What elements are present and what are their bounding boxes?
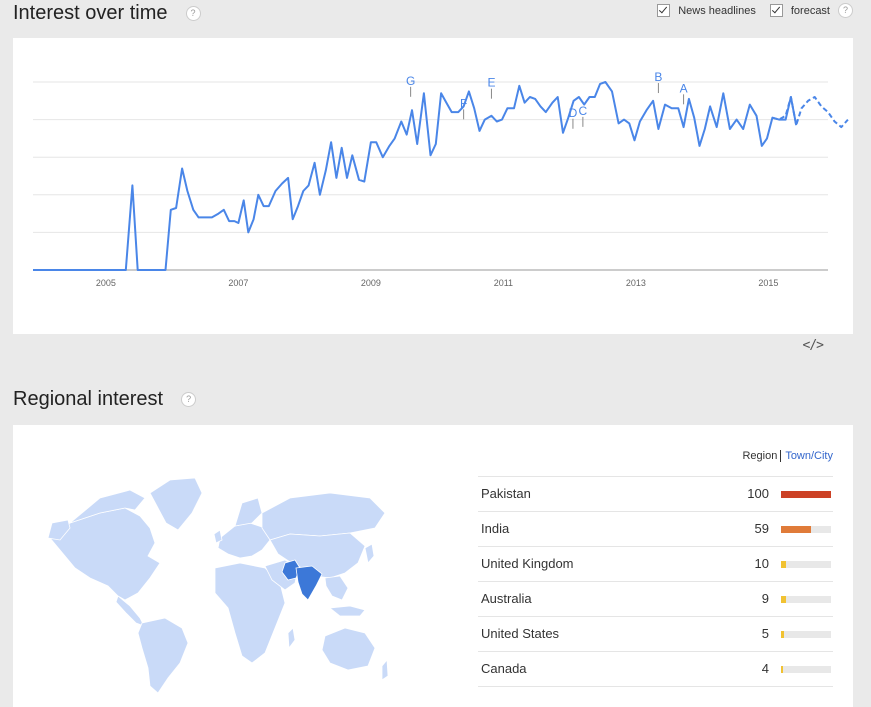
region-name[interactable]: India [481,521,509,536]
map-indonesia[interactable] [328,605,366,617]
region-value: 10 [754,556,769,571]
help-icon[interactable]: ? [181,392,197,407]
map-india[interactable] [295,565,323,601]
region-row[interactable]: Canada 4 [478,652,833,687]
region-row[interactable]: United Kingdom 10 [478,547,833,582]
map-australia[interactable] [321,627,376,671]
regional-title: Regional interest ? [13,388,197,411]
news-headlines-checkbox[interactable] [657,4,671,17]
news-annotation-marker[interactable]: E [487,76,495,90]
forecast-checkbox[interactable] [769,4,783,17]
tab-region[interactable]: Region [742,450,782,462]
region-tabs: Region Town/City [742,450,833,462]
x-tick-label: 2015 [758,278,778,288]
region-value: 9 [761,591,769,606]
regional-title-text: Regional interest [13,388,164,410]
region-bar-track [781,526,831,533]
interest-chart-panel: 2005 2007 2009 2011 2013 2015 G F E D C B A </> [13,38,853,353]
region-bar-track [781,491,831,498]
region-row[interactable]: Pakistan 100 [478,476,833,512]
region-value: 100 [747,486,769,501]
interest-series-line[interactable] [33,81,798,271]
map-southeast-asia[interactable] [324,575,349,601]
map-new-zealand[interactable] [381,658,389,681]
region-name[interactable]: United States [481,626,559,641]
region-bar [781,666,783,673]
interest-title: Interest over time ? [13,2,201,25]
help-icon[interactable]: ? [185,6,201,21]
news-annotation-marker[interactable]: D [569,106,578,120]
region-bar [781,596,786,603]
region-value: 5 [761,626,769,641]
chart-options: News headlines forecast ? [643,3,853,18]
map-greenland[interactable] [149,477,203,531]
region-bar [781,491,831,498]
x-tick-label: 2007 [228,278,248,288]
region-bar [781,631,784,638]
tab-town-city[interactable]: Town/City [781,450,833,462]
news-annotation-marker[interactable]: F [460,96,467,110]
map-south-america[interactable] [137,617,189,694]
x-tick-label: 2009 [361,278,381,288]
region-name[interactable]: United Kingdom [481,556,574,571]
region-row[interactable]: Australia 9 [478,582,833,617]
region-value: 59 [754,521,769,536]
region-name[interactable]: Canada [481,661,527,676]
news-annotation-marker[interactable]: A [680,81,688,95]
interest-title-text: Interest over time [13,2,168,24]
forecast-option[interactable]: forecast ? [769,3,853,18]
region-bar-track [781,666,831,673]
region-bar [781,526,811,533]
map-japan[interactable] [364,543,375,564]
map-russia[interactable] [261,492,386,541]
forecast-help-icon[interactable]: ? [838,3,853,18]
region-bar-track [781,631,831,638]
news-annotation-marker[interactable]: C [579,104,588,118]
world-map[interactable] [30,468,390,698]
news-headlines-label: News headlines [678,4,756,17]
embed-code-icon[interactable]: </> [803,338,825,353]
x-tick-label: 2013 [626,278,646,288]
map-central-america[interactable] [115,595,145,627]
interest-line-chart[interactable]: 2005 2007 2009 2011 2013 2015 G F E D C B A [13,38,853,334]
news-headlines-option[interactable]: News headlines [657,4,756,17]
region-list: Pakistan 100 India 59 United Kingdom 10 Austra… [478,476,833,687]
map-madagascar[interactable] [287,627,296,650]
region-row[interactable]: India 59 [478,512,833,547]
region-bar [781,561,786,568]
region-name[interactable]: Australia [481,591,532,606]
news-annotation-marker[interactable]: B [654,70,662,84]
region-row[interactable]: United States 5 [478,617,833,652]
forecast-series-line[interactable] [772,96,849,129]
region-value: 4 [761,661,769,676]
news-annotation-marker[interactable]: G [406,74,415,88]
region-bar-track [781,561,831,568]
x-tick-label: 2011 [494,278,513,288]
region-bar-track [781,596,831,603]
map-scandinavia[interactable] [234,497,263,527]
forecast-label: forecast [790,4,830,17]
x-tick-label: 2005 [96,278,116,288]
region-name[interactable]: Pakistan [481,486,531,501]
